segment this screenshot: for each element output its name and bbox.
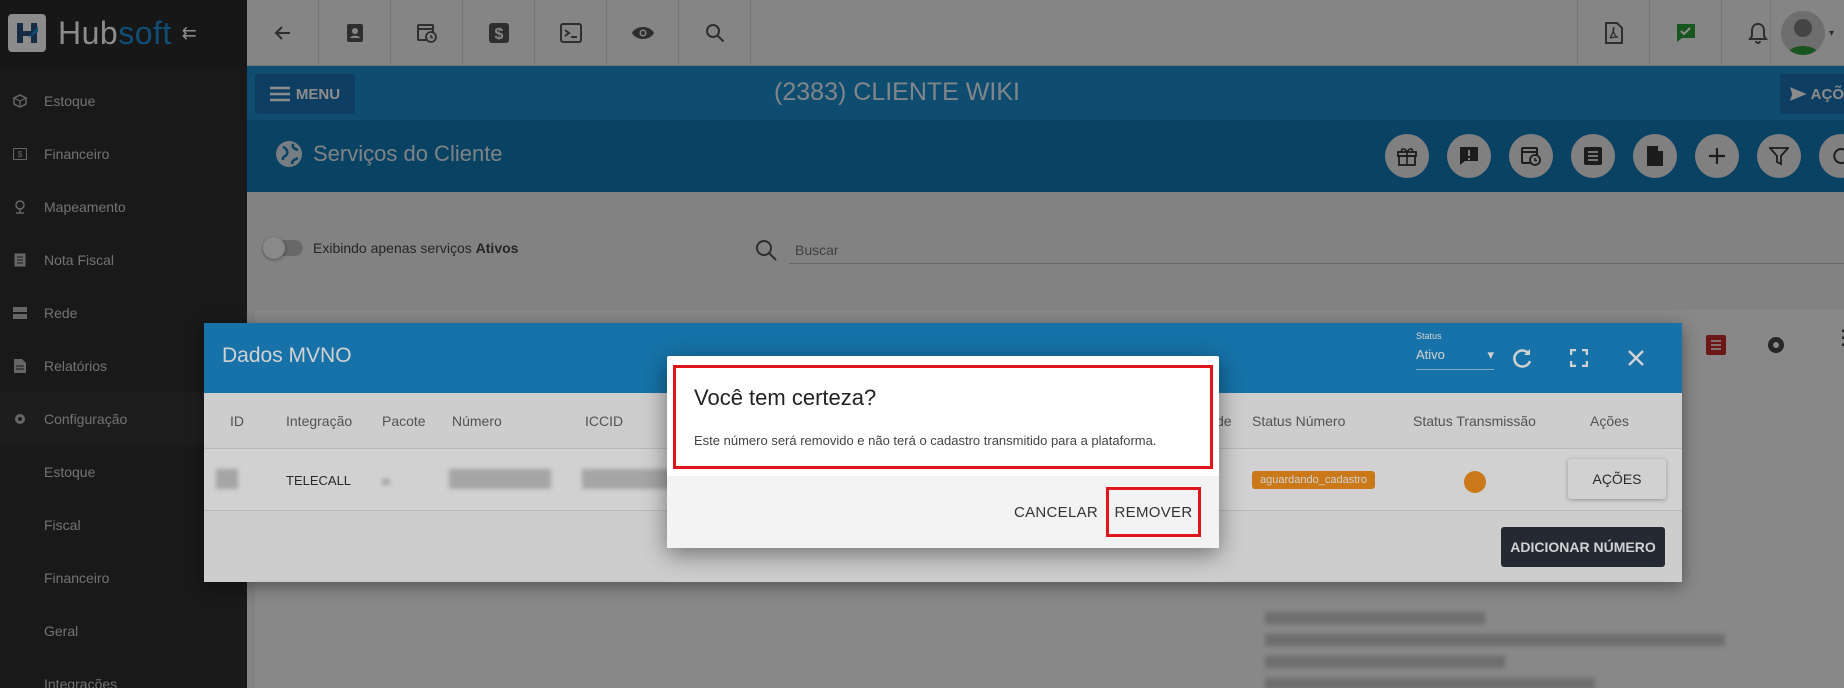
confirm-dialog: Você tem certeza? Este número será remov… — [667, 356, 1219, 548]
confirm-message: Este número será removido e não terá o c… — [694, 433, 1157, 448]
confirm-actions: CANCELAR REMOVER — [667, 476, 1219, 548]
confirm-title: Você tem certeza? — [694, 385, 877, 410]
cancel-button[interactable]: CANCELAR — [990, 492, 1122, 532]
confirm-content: Você tem certeza? Este número será remov… — [673, 365, 1213, 469]
remove-button[interactable]: REMOVER — [1106, 487, 1201, 537]
